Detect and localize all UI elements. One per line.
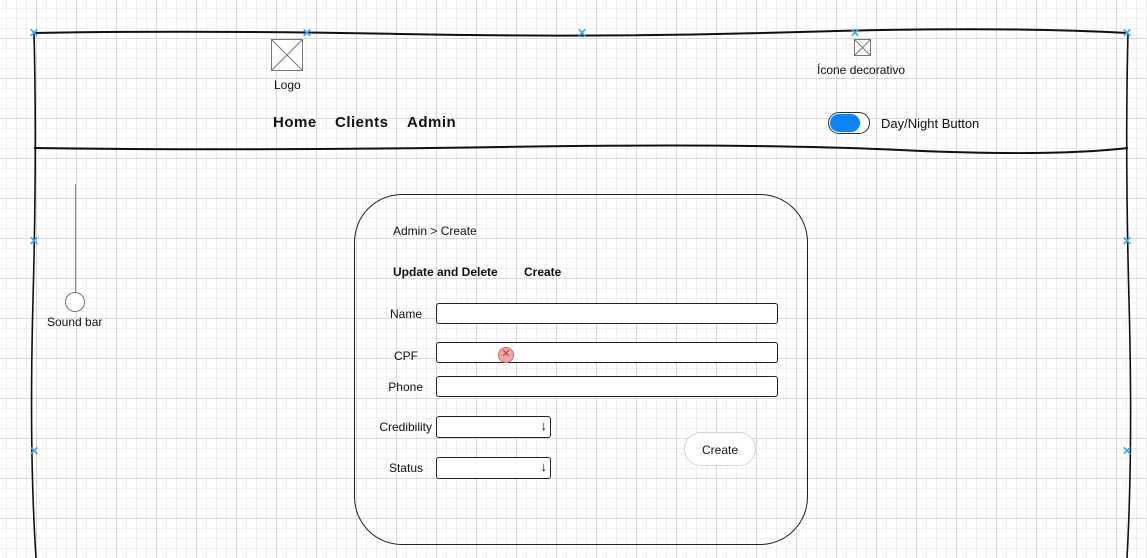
status-select[interactable]: ↓ bbox=[436, 457, 551, 479]
credibility-select[interactable]: ↓ bbox=[436, 416, 551, 438]
selection-handle: ✕ bbox=[850, 26, 861, 40]
create-button[interactable]: Create bbox=[684, 432, 756, 466]
decorative-icon-label: Ícone decorativo bbox=[817, 63, 906, 77]
status-label: Status bbox=[388, 461, 423, 475]
selection-handle: ✕ bbox=[1122, 26, 1133, 40]
sound-bar-track[interactable] bbox=[75, 184, 76, 294]
phone-label: Phone bbox=[388, 380, 423, 394]
admin-create-card bbox=[354, 194, 808, 545]
logo-image-placeholder-icon bbox=[271, 39, 303, 71]
toggle-knob bbox=[830, 114, 860, 132]
tab-update-delete[interactable]: Update and Delete bbox=[393, 265, 498, 279]
error-close-icon[interactable]: ✕ bbox=[498, 347, 514, 363]
day-night-label: Day/Night Button bbox=[881, 116, 980, 131]
nav-home[interactable]: Home bbox=[273, 114, 317, 131]
cpf-label: CPF bbox=[394, 349, 418, 363]
sound-bar-label: Sound bar bbox=[47, 315, 103, 329]
selection-handle: ✕ bbox=[1122, 234, 1133, 248]
phone-input[interactable] bbox=[436, 376, 778, 397]
day-night-toggle[interactable] bbox=[828, 112, 870, 134]
name-label: Name bbox=[389, 307, 422, 321]
cpf-input[interactable] bbox=[436, 342, 778, 363]
sound-bar-handle[interactable] bbox=[65, 292, 85, 312]
nav-admin[interactable]: Admin bbox=[407, 114, 456, 131]
credibility-label: Credibility bbox=[379, 420, 432, 434]
selection-handle: ✕ bbox=[29, 234, 40, 248]
name-input[interactable] bbox=[436, 303, 778, 324]
logo-label: Logo bbox=[274, 78, 301, 92]
selection-handle: ✕ bbox=[1122, 444, 1133, 458]
dropdown-arrow-icon: ↓ bbox=[540, 459, 548, 474]
selection-handle: ✕ bbox=[29, 26, 40, 40]
selection-handle: ✕ bbox=[302, 26, 313, 40]
selection-handle: ✕ bbox=[577, 26, 588, 40]
decorative-image-placeholder-icon bbox=[854, 39, 871, 56]
dropdown-arrow-icon: ↓ bbox=[540, 418, 548, 433]
selection-handle: ✕ bbox=[29, 444, 40, 458]
nav-clients[interactable]: Clients bbox=[335, 114, 389, 131]
tab-create[interactable]: Create bbox=[524, 265, 561, 279]
breadcrumb[interactable]: Admin > Create bbox=[393, 224, 477, 238]
